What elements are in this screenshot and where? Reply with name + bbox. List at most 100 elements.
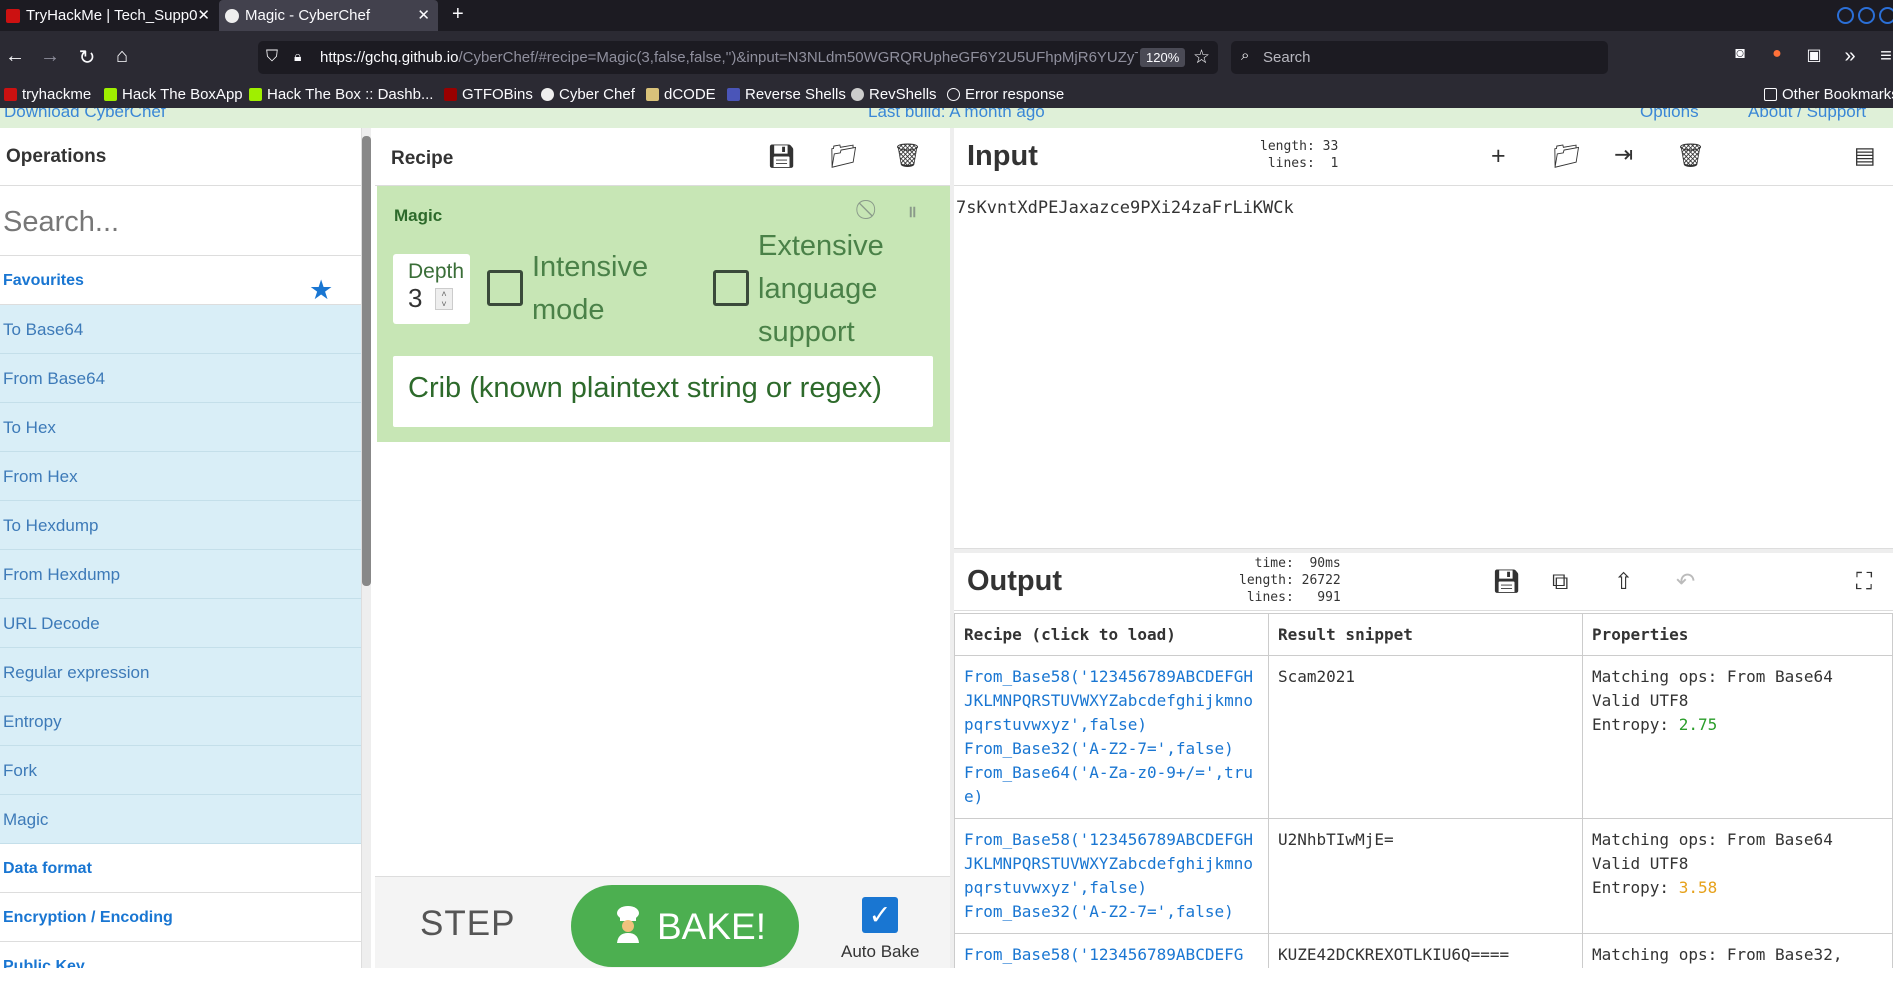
op-to-hexdump[interactable]: To Hexdump (0, 501, 361, 550)
bookmark-cyberchef[interactable]: Cyber Chef (541, 86, 635, 103)
step-button[interactable]: STEP (420, 904, 515, 944)
tab-cyberchef[interactable]: Magic - CyberChef ✕ (219, 0, 438, 31)
bake-button[interactable]: BAKE! (571, 885, 799, 967)
layout-icon[interactable]: ▤ (1854, 142, 1876, 169)
replace-input-icon[interactable]: ⇧ (1614, 568, 1633, 595)
window-control-icon[interactable] (1858, 7, 1875, 24)
crib-input[interactable]: Crib (known plaintext string or regex) (393, 356, 933, 427)
firefox-extension-icon[interactable]: ● (1765, 45, 1789, 63)
table-row[interactable]: From_Base58('123456789ABCDEFGHJKLMNPQRST… (954, 818, 1893, 934)
bookmark-htb-app[interactable]: Hack The BoxApp (104, 86, 243, 103)
auto-bake-checkbox[interactable]: ✓ (862, 897, 898, 933)
op-from-hex[interactable]: From Hex (0, 452, 361, 501)
pocket-icon[interactable]: ◙ (1728, 45, 1752, 63)
output-panel: Output time: 90ms length: 26722 lines: 9… (954, 553, 1893, 968)
save-icon[interactable]: 💾︎ (767, 143, 796, 170)
bookmark-star-icon[interactable]: ☆ (1193, 46, 1210, 69)
category-data-format[interactable]: Data format (0, 844, 361, 893)
trash-icon[interactable]: 🗑︎ (893, 142, 922, 169)
operations-scrollbar[interactable] (362, 128, 371, 968)
op-from-hexdump[interactable]: From Hexdump (0, 550, 361, 599)
bookmark-gtfobins[interactable]: GTFOBins (444, 86, 533, 103)
intensive-mode-checkbox[interactable] (487, 270, 523, 306)
url-text: https://gchq.github.io/CyberChef/#recipe… (320, 49, 1138, 66)
category-public-key[interactable]: Public Key (0, 942, 361, 968)
chef-icon (617, 906, 639, 943)
entropy-value: 3.58 (1678, 878, 1718, 897)
column-header: Result snippet (1268, 613, 1583, 656)
bookmark-dcode[interactable]: dCODE (646, 86, 716, 103)
copy-icon[interactable]: ⧉ (1552, 568, 1568, 595)
op-to-base64[interactable]: To Base64 (0, 305, 361, 354)
overflow-chevron-icon[interactable]: » (1838, 45, 1862, 68)
op-regular-expression[interactable]: Regular expression (0, 648, 361, 697)
op-from-base64[interactable]: From Base64 (0, 354, 361, 403)
extension-icon[interactable]: ▣ (1802, 45, 1826, 65)
zoom-level-badge[interactable]: 120% (1140, 48, 1186, 67)
op-fork[interactable]: Fork (0, 746, 361, 795)
skull-icon (851, 88, 864, 101)
tryhackme-favicon-icon (6, 8, 20, 23)
operations-search-input[interactable]: Search... (0, 186, 361, 256)
depth-stepper-icon[interactable]: ˄ ˅ (435, 288, 453, 310)
column-header: Recipe (click to load) (954, 613, 1269, 656)
op-magic[interactable]: Magic (0, 795, 361, 844)
table-row[interactable]: From_Base58('123456789ABCDEFG KUZE42DCKR… (954, 933, 1893, 968)
bookmark-error-response[interactable]: Error response (947, 86, 1064, 103)
url-bar[interactable]: ⛉ 🔒︎ https://gchq.github.io/CyberChef/#r… (258, 41, 1218, 74)
reload-icon[interactable]: ↻ (75, 45, 99, 70)
depth-input[interactable]: Depth 3 ˄ ˅ (393, 254, 470, 324)
input-stats: length: 33 lines: 1 (1260, 139, 1339, 171)
op-to-hex[interactable]: To Hex (0, 403, 361, 452)
back-arrow-icon[interactable]: ← (3, 45, 27, 68)
op-url-decode[interactable]: URL Decode (0, 599, 361, 648)
table-row[interactable]: From_Base58('123456789ABCDEFGHJKLMNPQRST… (954, 655, 1893, 819)
folder-icon (1764, 88, 1777, 101)
htb-cube-icon (249, 88, 262, 101)
magic-operation: Magic ⃠ ॥ Depth 3 ˄˅ Intensivemode Exten… (377, 186, 950, 442)
recipe-cell[interactable]: From_Base58('123456789ABCDEFGHJKLMNPQRST… (954, 818, 1269, 934)
close-icon[interactable]: ✕ (417, 6, 430, 24)
maximize-icon[interactable]: ⛶ (1856, 568, 1872, 595)
op-entropy[interactable]: Entropy (0, 697, 361, 746)
open-file-icon[interactable]: ⇥ (1614, 141, 1633, 168)
bookmark-tryhackme[interactable]: tryhackme (4, 86, 91, 103)
category-encryption-encoding[interactable]: Encryption / Encoding (0, 893, 361, 942)
other-bookmarks[interactable]: Other Bookmarks (1764, 86, 1893, 103)
menu-icon[interactable]: ≡ (1874, 45, 1893, 68)
browser-tab-bar: TryHackMe | Tech_Supp0 ✕ Magic - CyberCh… (0, 0, 1893, 31)
browser-search-bar[interactable]: ⌕ Search (1231, 41, 1608, 74)
trash-icon[interactable]: 🗑︎ (1676, 142, 1705, 169)
folder-open-icon[interactable]: 📁︎ (829, 143, 858, 170)
bookmark-htb-dashboard[interactable]: Hack The Box :: Dashb... (249, 86, 433, 103)
close-icon[interactable]: ✕ (197, 6, 210, 24)
pause-icon[interactable]: ॥ (907, 200, 917, 222)
category-favourites[interactable]: Favourites (0, 256, 361, 305)
bookmark-revshells[interactable]: RevShells (851, 86, 937, 103)
forward-arrow-icon[interactable]: → (38, 45, 62, 68)
tab-tryhackme[interactable]: TryHackMe | Tech_Supp0 ✕ (0, 0, 218, 31)
save-icon[interactable]: 💾︎ (1492, 568, 1521, 595)
recipe-cell[interactable]: From_Base58('123456789ABCDEFGHJKLMNPQRST… (954, 655, 1269, 819)
home-icon[interactable]: ⌂ (110, 45, 134, 68)
extensive-language-checkbox[interactable] (713, 270, 749, 306)
folder-icon[interactable]: 📁︎ (1552, 143, 1581, 170)
undo-icon[interactable]: ↶ (1676, 568, 1695, 595)
about-support-link[interactable]: About / Support (1748, 108, 1866, 122)
scrollbar-thumb[interactable] (362, 136, 371, 586)
magic-results-table: Recipe (click to load) Result snippet Pr… (954, 613, 1893, 968)
input-textarea[interactable]: 7sKvntXdPEJaxazce9PXi24zaFrLiKWCk (956, 198, 1294, 218)
download-cyberchef-link[interactable]: Download CyberChef (4, 108, 166, 122)
window-control-icon[interactable] (1837, 7, 1854, 24)
options-link[interactable]: Options (1640, 108, 1699, 122)
bookmark-reverse-shells[interactable]: Reverse Shells (727, 86, 846, 103)
input-header: Input length: 33 lines: 1 + 📁︎ ⇥ 🗑︎ ▤ (954, 128, 1893, 186)
output-header: Output time: 90ms length: 26722 lines: 9… (954, 553, 1893, 611)
new-tab-icon[interactable]: + (452, 3, 464, 26)
add-tab-icon[interactable]: + (1491, 142, 1506, 171)
output-stats: time: 90ms length: 26722 lines: 991 (1239, 556, 1341, 605)
output-title: Output (967, 565, 1063, 597)
tab-title: TryHackMe | Tech_Supp0 (26, 7, 198, 24)
window-control-icon[interactable] (1879, 7, 1893, 24)
recipe-cell[interactable]: From_Base58('123456789ABCDEFG (954, 933, 1269, 968)
